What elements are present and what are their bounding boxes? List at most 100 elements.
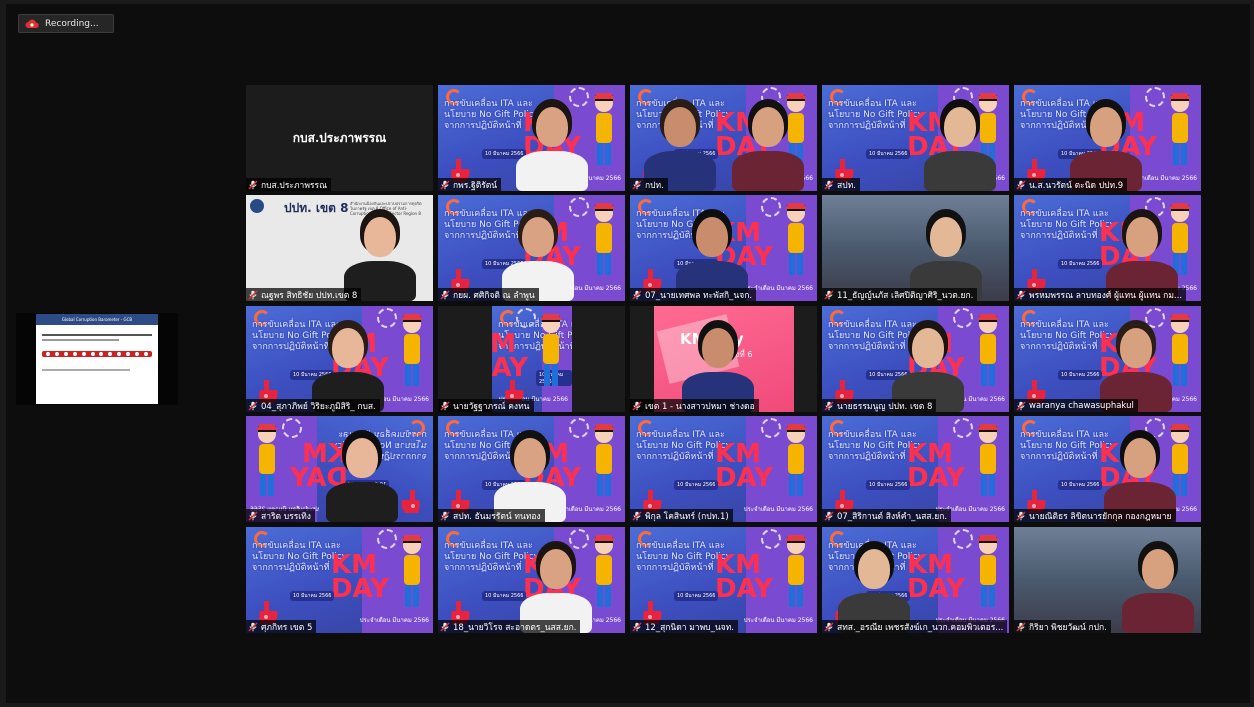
mascot-icon bbox=[256, 424, 278, 496]
mic-muted-icon bbox=[824, 289, 834, 300]
mic-muted-icon bbox=[824, 179, 834, 190]
mic-muted-icon bbox=[248, 289, 258, 300]
participant-tile[interactable]: การขับเคลื่อน ITA และนโยบาย No Gift Poli… bbox=[822, 527, 1009, 633]
km-day-logo: KMDAY bbox=[906, 439, 965, 493]
meeting-stage: Recording... Global Corruption Barometer… bbox=[6, 4, 1250, 703]
participant-name-bar: พิกุล โคสินทร์ (กปท.1) bbox=[630, 509, 733, 522]
participant-name: กพร.ฐิติรัตน์ bbox=[453, 180, 498, 191]
participant-tile[interactable]: การขับเคลื่อน ITA และนโยบาย No Gift Poli… bbox=[1014, 85, 1201, 191]
participant-tile[interactable]: 11_ธัญญ์นภัส เลิศปิติญาศิริ_นวต.ยก. bbox=[822, 195, 1009, 301]
participant-name: นายณิติธร ลิขิตนารยักกุล กองกฎหมาย bbox=[1029, 511, 1172, 522]
mascot-icon bbox=[593, 203, 615, 275]
circle-decoration bbox=[1145, 87, 1165, 107]
participant-tile[interactable]: การขับเคลื่อน ITA และนโยบาย No Gift Poli… bbox=[246, 416, 433, 522]
participant-name-bar: นายวัฐฐาภรณ์ คงทน bbox=[438, 399, 534, 412]
participant-video bbox=[306, 306, 390, 412]
mic-muted-icon bbox=[440, 179, 450, 190]
recording-indicator[interactable]: Recording... bbox=[18, 14, 114, 33]
participant-tile[interactable]: การขับเคลื่อน ITA และนโยบาย No Gift Poli… bbox=[822, 306, 1009, 412]
participant-tile[interactable]: การขับเคลื่อน ITA และนโยบาย No Gift Poli… bbox=[1014, 195, 1201, 301]
participant-name-bar: เขต 1 - นางสาวปหมา ช่างดอ bbox=[630, 399, 759, 412]
participant-tile[interactable]: KM Dayครั้งที่ 6เขต 1 - นางสาวปหมา ช่างด… bbox=[630, 306, 817, 412]
mascot-icon bbox=[593, 424, 615, 496]
mic-muted-icon bbox=[1016, 621, 1026, 632]
participant-tile[interactable]: กบส.ประภาพรรณ กบส.ประภาพรรณ bbox=[246, 85, 433, 191]
participant-tile[interactable]: การขับเคลื่อน ITA และนโยบาย No Gift Poli… bbox=[630, 85, 817, 191]
mascot-icon bbox=[785, 203, 807, 275]
participant-video bbox=[832, 527, 916, 633]
mic-muted-icon bbox=[1016, 179, 1026, 190]
circle-decoration bbox=[282, 418, 302, 438]
mic-muted-icon bbox=[632, 621, 642, 632]
participant-video bbox=[726, 85, 810, 191]
mic-muted-icon bbox=[1016, 289, 1026, 300]
participant-video bbox=[918, 85, 1002, 191]
participant-video bbox=[670, 195, 754, 301]
shared-screen-thumbnail[interactable]: Global Corruption Barometer - GCB bbox=[16, 313, 178, 405]
participant-tile[interactable]: การขับเคลื่อน ITA และนโยบาย No Gift Poli… bbox=[822, 416, 1009, 522]
mic-muted-icon bbox=[1016, 510, 1026, 521]
participant-video bbox=[1098, 416, 1182, 522]
participant-tile[interactable]: การขับเคลื่อน ITA และนโยบาย No Gift Poli… bbox=[438, 416, 625, 522]
circle-decoration bbox=[953, 418, 973, 438]
participant-name: กปท. bbox=[645, 180, 664, 191]
participant-name: 12_สุกนิดา มาพบ_นจท. bbox=[645, 622, 734, 633]
participant-name: สปท. bbox=[837, 180, 856, 191]
participant-name: 07_นายเทศพล ทะพัสกิ_นจก. bbox=[645, 290, 753, 301]
mascot-icon bbox=[401, 535, 423, 607]
participant-name: นายวัฐฐาภรณ์ คงทน bbox=[453, 401, 530, 412]
participant-name: waranya chawasuphakul bbox=[1029, 400, 1134, 411]
agency-logo-icon bbox=[250, 199, 264, 213]
participant-tile[interactable]: การขับเคลื่อน ITA และนโยบาย No Gift Poli… bbox=[822, 85, 1009, 191]
mic-muted-icon bbox=[440, 400, 450, 411]
participant-tile[interactable]: กิริยา พิชยวัฒน์ กปก. bbox=[1014, 527, 1201, 633]
circle-decoration bbox=[761, 418, 781, 438]
participant-tile[interactable]: การขับเคลื่อน ITA และนโยบาย No Gift Poli… bbox=[438, 527, 625, 633]
mic-muted-icon bbox=[440, 621, 450, 632]
participant-tile[interactable]: การขับเคลื่อน ITA และนโยบาย No Gift Poli… bbox=[438, 195, 625, 301]
participant-tile[interactable]: การขับเคลื่อน ITA และนโยบาย No Gift Poli… bbox=[438, 85, 625, 191]
shared-slide-diagram bbox=[42, 334, 152, 371]
km-day-logo: KMDAY bbox=[492, 329, 528, 383]
participant-tile[interactable]: การขับเคลื่อน ITA และนโยบาย No Gift Poli… bbox=[630, 527, 817, 633]
participant-tile[interactable]: การขับเคลื่อน ITA และนโยบาย No Gift Poli… bbox=[438, 306, 625, 412]
mic-muted-icon bbox=[824, 510, 834, 521]
participant-name: พรหมพรรณ ลาบทองศ์ ผู้แทน ผู้แทน กม... bbox=[1029, 290, 1183, 301]
participant-tile[interactable]: การขับเคลื่อน ITA และนโยบาย No Gift Poli… bbox=[630, 416, 817, 522]
participant-tile[interactable]: การขับเคลื่อน ITA และนโยบาย No Gift Poli… bbox=[630, 195, 817, 301]
mascot-icon bbox=[977, 424, 999, 496]
participant-name: สาริต บรรเทิง bbox=[261, 511, 311, 522]
participant-video bbox=[1064, 85, 1148, 191]
participant-name-bar: นายณิติธร ลิขิตนารยักกุล กองกฎหมาย bbox=[1014, 509, 1176, 522]
mascot-icon bbox=[401, 314, 423, 386]
participant-tile[interactable]: การขับเคลื่อน ITA และนโยบาย No Gift Poli… bbox=[1014, 416, 1201, 522]
background-date: 10 มีนาคม 2566 bbox=[1058, 259, 1103, 269]
participant-name-bar: 07_นายเทศพล ทะพัสกิ_นจก. bbox=[630, 288, 757, 301]
participant-name: 18_นายวิโรจ สะอาดตร_นสส.ยก. bbox=[453, 622, 577, 633]
participant-name: กยผ. ศศิกิจติ ณ ลำพูน bbox=[453, 290, 535, 301]
mic-muted-icon bbox=[632, 289, 642, 300]
participant-video bbox=[904, 195, 988, 301]
participant-name: นายธรรมนูญ ปปท. เขต 8 bbox=[837, 401, 933, 412]
shared-slide-title: Global Corruption Barometer - GCB bbox=[36, 314, 158, 325]
participant-name: กบส.ประภาพรรณ bbox=[261, 180, 327, 191]
participant-video bbox=[320, 416, 404, 522]
participant-name-bar: กบส.ประภาพรรณ bbox=[246, 178, 331, 191]
participant-name-bar: 12_สุกนิดา มาพบ_นจท. bbox=[630, 620, 738, 633]
participant-name-bar: กิริยา พิชยวัฒน์ กปก. bbox=[1014, 620, 1111, 633]
participant-tile[interactable]: การขับเคลื่อน ITA และนโยบาย No Gift Poli… bbox=[1014, 306, 1201, 412]
mic-muted-icon bbox=[248, 510, 258, 521]
participant-video bbox=[676, 306, 760, 412]
participant-name-bar: ศุภกิทร เขต 5 bbox=[246, 620, 317, 633]
mic-muted-icon bbox=[632, 510, 642, 521]
participant-tile[interactable]: การขับเคลื่อน ITA และนโยบาย No Gift Poli… bbox=[246, 527, 433, 633]
background-date-strip: ประจำเดือน มีนาคม 2566 bbox=[743, 506, 813, 513]
participant-video bbox=[1094, 306, 1178, 412]
participant-tile[interactable]: การขับเคลื่อน ITA และนโยบาย No Gift Poli… bbox=[246, 306, 433, 412]
participant-tile[interactable]: ปปท. เขต 8 สำนักงานป้องกันและปราบปรามการท… bbox=[246, 195, 433, 301]
participant-name-bar: สปท. ธันมรรัตน์ ทนทอง bbox=[438, 509, 545, 522]
background-date: 10 มีนาคม 2566 bbox=[1058, 480, 1103, 490]
participant-video bbox=[338, 195, 422, 301]
participant-name-bar: 04_สุภาภิพย์ วิริยะภูมิสิริ_ กบส. bbox=[246, 399, 380, 412]
background-date: 10 มีนาคม 2566 bbox=[866, 149, 911, 159]
